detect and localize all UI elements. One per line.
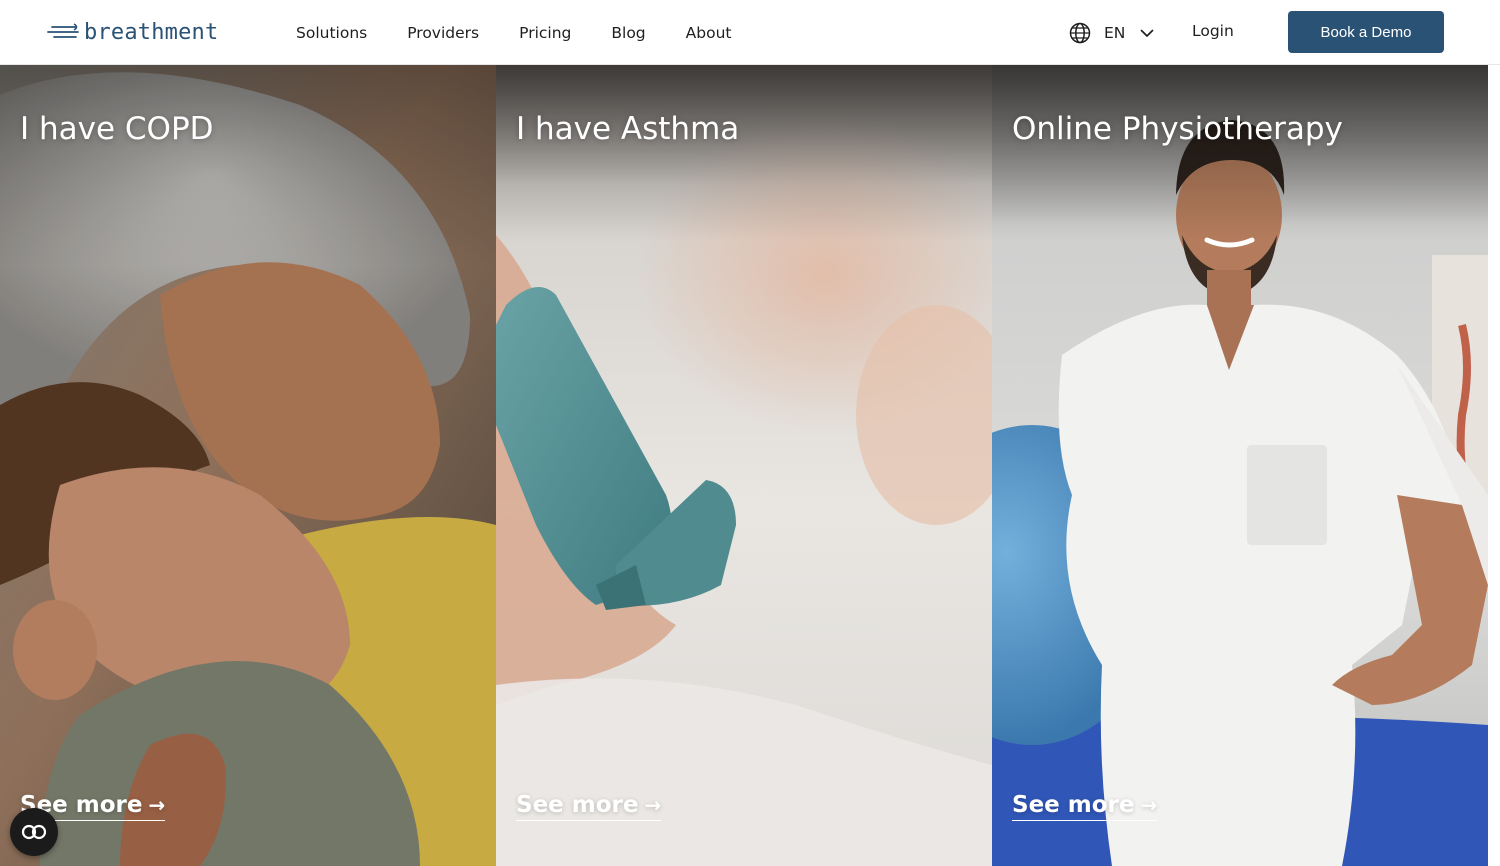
chevron-down-icon [1141,29,1154,37]
arrow-right-icon: → [148,793,166,817]
physiotherapy-photo [992,65,1488,866]
asthma-photo [496,65,992,866]
arrow-right-icon: → [644,793,662,817]
brand-logo[interactable]: breathment [46,16,218,48]
see-more-label: See more [1012,792,1135,818]
brand-name: breathment [84,19,219,45]
site-header: breathment Solutions Providers Pricing B… [0,0,1500,65]
copd-photo [0,65,496,866]
globe-icon [1069,22,1091,44]
nav-providers[interactable]: Providers [407,24,479,42]
nav-pricing[interactable]: Pricing [519,24,571,42]
accessibility-icon [21,824,47,840]
login-link[interactable]: Login [1192,22,1234,40]
nav-about[interactable]: About [686,24,732,42]
language-selector[interactable]: EN [1068,20,1155,46]
hero-panels: I have COPD See more → I have Asthma See… [0,65,1500,866]
panel-asthma[interactable]: I have Asthma See more → [496,65,992,866]
panel-title: I have Asthma [516,111,740,147]
book-demo-button[interactable]: Book a Demo [1288,11,1444,53]
nav-blog[interactable]: Blog [611,24,645,42]
panel-copd[interactable]: I have COPD See more → [0,65,496,866]
see-more-link[interactable]: See more → [516,792,662,821]
see-more-link[interactable]: See more → [1012,792,1158,821]
language-label: EN [1104,24,1126,42]
panel-title: Online Physiotherapy [1012,111,1343,147]
panel-title: I have COPD [20,111,214,147]
main-nav: Solutions Providers Pricing Blog About [296,0,771,65]
logo-mark-icon [47,23,79,38]
panel-physiotherapy[interactable]: Online Physiotherapy See more → [992,65,1488,866]
page-edge [1488,65,1500,866]
accessibility-button[interactable] [10,808,58,856]
arrow-right-icon: → [1140,793,1158,817]
nav-solutions[interactable]: Solutions [296,24,367,42]
see-more-label: See more [516,792,639,818]
